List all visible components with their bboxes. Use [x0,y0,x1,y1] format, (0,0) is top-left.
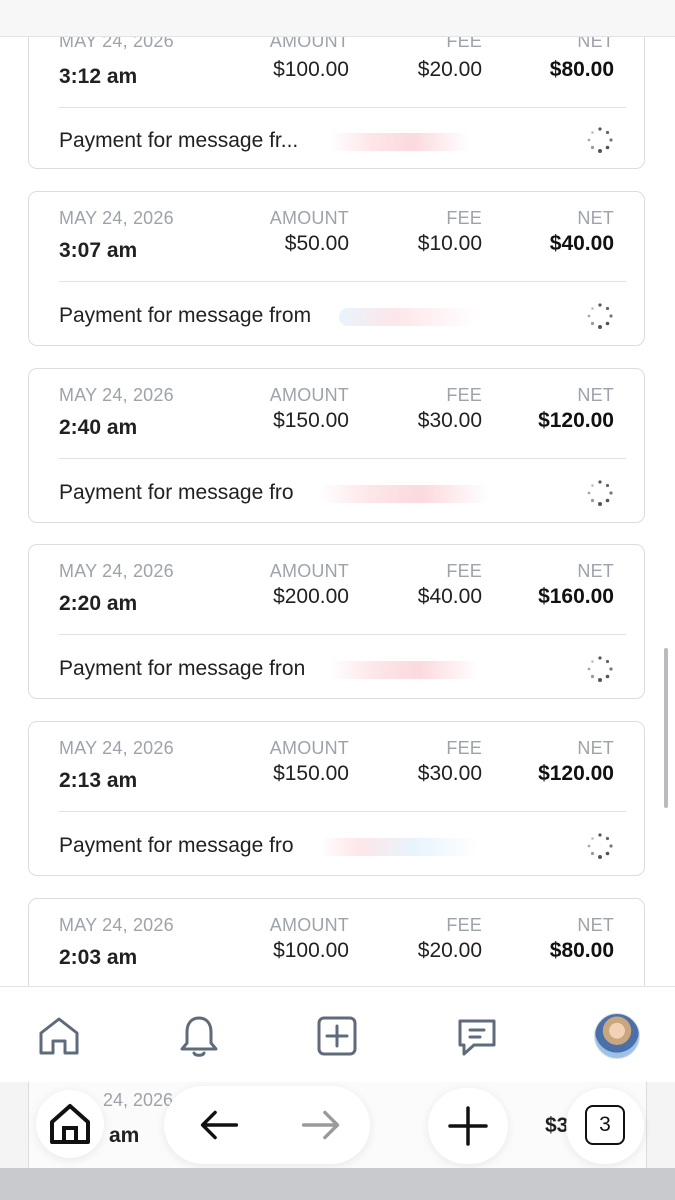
loading-spinner-icon [587,833,613,859]
divider [59,281,626,282]
amount-value: $100.00 [273,939,349,962]
transaction-time: 3:12 am [59,65,138,88]
net-label: NET [577,385,614,405]
transaction-time: 2:03 am [59,946,138,969]
fee-label: FEE [446,915,482,935]
transaction-date: MAY 24, 2026 [59,915,174,935]
transaction-date: MAY 24, 2026 [59,385,174,405]
net-value: $40.00 [549,232,614,255]
transaction-description: Payment for message from [59,304,312,327]
fee-value: $40.00 [417,585,482,608]
fee-label: FEE [446,561,482,581]
redaction-mark [329,133,469,151]
amount-value: $150.00 [273,762,349,785]
amount-value: $150.00 [273,409,349,432]
peek-date: 24, 2026 [103,1090,174,1110]
fee-value: $20.00 [417,58,482,81]
transaction-time: 2:13 am [59,769,138,792]
fee-value: $30.00 [417,409,482,432]
amount-label: AMOUNT [269,208,349,228]
browser-new-tab-pill[interactable] [428,1088,508,1164]
bottom-navigation [0,986,675,1083]
back-arrow-icon[interactable] [190,1096,248,1154]
transaction-description: Payment for message fr... [59,129,299,152]
amount-value: $50.00 [284,232,349,255]
amount-value: $100.00 [273,58,349,81]
divider [59,634,626,635]
net-label: NET [577,738,614,758]
transaction-description: Payment for message fro [59,834,294,857]
scrollbar[interactable] [664,648,668,808]
loading-spinner-icon [587,480,613,506]
top-bar [0,0,675,37]
amount-label: AMOUNT [269,915,349,935]
net-label: NET [577,915,614,935]
loading-spinner-icon [587,127,613,153]
transaction-card[interactable]: MAY 24, 2026 AMOUNT FEE NET 2:40 am $150… [28,368,645,523]
net-value: $80.00 [549,58,614,81]
transaction-card[interactable]: MAY 24, 2026 AMOUNT FEE NET 3:07 am $50.… [28,191,645,346]
amount-label: AMOUNT [269,738,349,758]
divider [59,107,626,108]
bell-icon[interactable] [176,1013,222,1059]
loading-spinner-icon [587,656,613,682]
transaction-card[interactable]: MAY 24, 2026 AMOUNT FEE NET 2:03 am $100… [28,898,645,986]
transaction-time: 3:07 am [59,239,138,262]
amount-label: AMOUNT [269,561,349,581]
home-icon[interactable] [36,1013,82,1059]
transaction-date: MAY 24, 2026 [59,208,174,228]
redaction-mark [319,485,489,503]
fee-value: $20.00 [417,939,482,962]
divider [59,458,626,459]
forward-arrow-icon[interactable] [292,1096,350,1154]
net-value: $160.00 [538,585,614,608]
net-label: NET [577,208,614,228]
transaction-description: Payment for message fro [59,481,294,504]
system-gesture-bar [0,1168,675,1200]
fee-label: FEE [446,385,482,405]
transaction-date: MAY 24, 2026 [59,738,174,758]
transaction-time: 2:20 am [59,592,138,615]
net-value: $120.00 [538,762,614,785]
fee-value: $10.00 [417,232,482,255]
peek-amount: $3 [545,1114,569,1137]
fee-label: FEE [446,738,482,758]
divider [59,811,626,812]
fee-value: $30.00 [417,762,482,785]
transaction-card[interactable]: MAY 24, 2026 AMOUNT FEE NET 2:13 am $150… [28,721,645,876]
add-post-icon[interactable] [314,1013,360,1059]
fee-label: FEE [446,208,482,228]
net-label: NET [577,561,614,581]
plus-icon[interactable] [438,1096,498,1156]
net-value: $80.00 [549,939,614,962]
redaction-mark [339,308,479,326]
transaction-card[interactable]: MAY 24, 2026 AMOUNT FEE NET 2:20 am $200… [28,544,645,699]
avatar[interactable] [594,1013,640,1059]
transaction-time: 2:40 am [59,416,138,439]
browser-home-icon[interactable] [36,1090,104,1158]
browser-nav-pill [164,1086,370,1164]
browser-home-pill[interactable] [36,1090,104,1158]
net-value: $120.00 [538,409,614,432]
transaction-description: Payment for message fron [59,657,306,680]
transaction-list: MAY 24, 2026 AMOUNT FEE NET 3:12 am $100… [0,0,675,986]
peek-time: am [109,1124,140,1147]
messages-icon[interactable] [454,1013,500,1059]
loading-spinner-icon [587,303,613,329]
tab-count-button[interactable]: 3 [585,1105,625,1145]
amount-value: $200.00 [273,585,349,608]
redaction-mark [319,838,479,856]
amount-label: AMOUNT [269,385,349,405]
transaction-date: MAY 24, 2026 [59,561,174,581]
redaction-mark [329,661,479,679]
